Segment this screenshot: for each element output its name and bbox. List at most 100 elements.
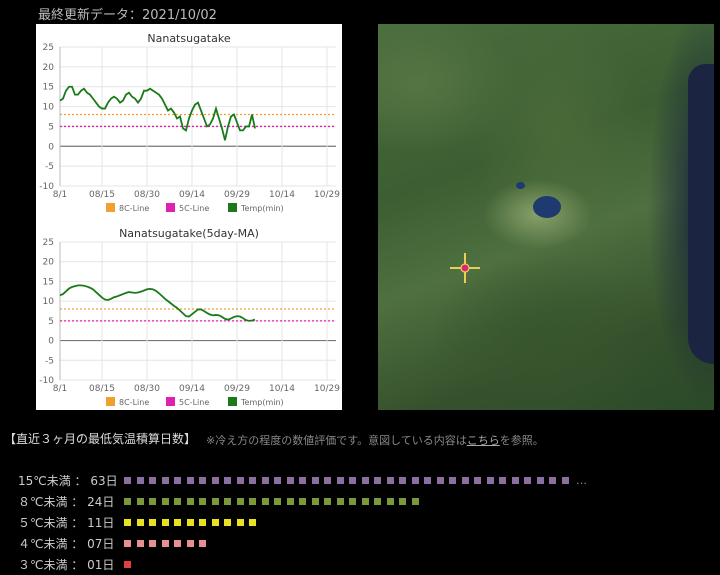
- y-tick-label: 10: [43, 297, 55, 307]
- x-tick-label: 09/29: [224, 384, 250, 394]
- day-square: [236, 477, 244, 484]
- day-square: [549, 477, 556, 484]
- summary-note-prefix: ※冷え方の程度の数値評価です。意図している内容は: [206, 434, 467, 447]
- day-square: [249, 519, 256, 526]
- x-tick-label: 8/1: [53, 384, 67, 394]
- legend-swatch: [166, 397, 175, 406]
- day-square: [336, 498, 344, 505]
- day-square: [224, 519, 231, 526]
- y-tick-label: 0: [48, 142, 54, 152]
- day-square: [224, 477, 231, 484]
- day-square: [174, 477, 181, 484]
- day-square: [511, 477, 519, 484]
- day-square: [261, 477, 269, 484]
- day-square: [399, 477, 406, 484]
- degree-days-bar: [124, 561, 137, 568]
- day-square: [149, 540, 156, 547]
- day-square: [249, 477, 256, 484]
- map-lake: [533, 196, 561, 218]
- chart-temp-5day-ma: Nanatsugatake(5day-MA) -10 -5 0 5 10 15 20 25 8/1…: [36, 218, 342, 410]
- x-tick-label: 10/29: [314, 190, 340, 200]
- day-square: [186, 498, 194, 505]
- x-tick-label: 10/14: [269, 384, 295, 394]
- y-tick-label: 25: [43, 43, 54, 53]
- day-square: [524, 477, 531, 484]
- chart-title: Nanatsugatake(5day-MA): [119, 227, 259, 240]
- x-tick-label: 08/30: [134, 384, 160, 394]
- degree-days-row: ５℃未満 ： 11日: [18, 512, 587, 533]
- legend-label: 5C-Line: [179, 398, 209, 407]
- x-tick-label: 09/29: [224, 190, 250, 200]
- series-line: [59, 85, 256, 141]
- legend-swatch: [166, 203, 175, 212]
- location-marker-icon[interactable]: [450, 253, 480, 283]
- degree-days-label: ５℃未満 ： 11日: [18, 516, 115, 530]
- day-square: [311, 498, 319, 505]
- y-tick-label: 25: [43, 238, 54, 248]
- degree-days-bar: [124, 519, 262, 526]
- map-lake: [516, 182, 525, 189]
- day-square: [536, 477, 544, 484]
- chart-temp-min: Nanatsugatake -10 -5 0 5 10 15 20 25 8/1 08/15 08/3…: [36, 24, 342, 224]
- day-square: [299, 498, 306, 505]
- location-map[interactable]: [378, 24, 714, 410]
- day-square: [186, 477, 194, 484]
- day-square: [324, 498, 331, 505]
- day-square: [361, 477, 369, 484]
- day-square: [124, 477, 131, 484]
- day-square: [199, 540, 206, 547]
- overflow-ellipsis: …: [576, 474, 587, 487]
- day-square: [386, 498, 394, 505]
- day-square: [261, 498, 269, 505]
- day-square: [361, 498, 369, 505]
- day-square: [124, 519, 131, 526]
- day-square: [136, 477, 144, 484]
- day-square: [474, 477, 481, 484]
- day-square: [374, 477, 381, 484]
- legend-swatch: [228, 203, 237, 212]
- legend-label: 5C-Line: [179, 204, 209, 213]
- day-square: [461, 477, 469, 484]
- legend-swatch: [228, 397, 237, 406]
- day-square: [336, 477, 344, 484]
- day-square: [399, 498, 406, 505]
- day-square: [274, 498, 281, 505]
- summary-note-suffix: を参照。: [499, 434, 544, 447]
- day-square: [386, 477, 394, 484]
- degree-days-row: 15℃未満 ： 63日…: [18, 470, 587, 491]
- y-tick-label: 20: [43, 258, 55, 268]
- x-tick-label: 10/29: [314, 384, 340, 394]
- chart-temp-5day-ma-svg: Nanatsugatake(5day-MA)-10-505101520258/1…: [39, 227, 340, 407]
- legend-label: 8C-Line: [119, 398, 149, 407]
- y-tick-label: 0: [48, 337, 54, 347]
- day-square: [199, 498, 206, 505]
- summary-note-link[interactable]: こちら: [467, 434, 500, 447]
- legend-swatch: [106, 203, 115, 212]
- chart-temp-min-svg: Nanatsugatake-10-505101520258/1 08/15 08/3…: [39, 32, 340, 213]
- x-tick-label: 08/15: [89, 384, 115, 394]
- x-tick-label: 08/30: [134, 190, 160, 200]
- day-square: [149, 519, 156, 526]
- legend-swatch: [106, 397, 115, 406]
- day-square: [311, 477, 319, 484]
- y-tick-label: -5: [45, 356, 54, 366]
- day-square: [274, 477, 281, 484]
- map-sea: [688, 64, 714, 364]
- day-square: [174, 498, 181, 505]
- y-tick-label: 5: [48, 317, 54, 327]
- day-square: [161, 498, 169, 505]
- legend-label: Temp(min): [240, 204, 284, 213]
- day-square: [324, 477, 331, 484]
- day-square: [124, 561, 131, 568]
- day-square: [249, 498, 256, 505]
- day-square: [286, 477, 294, 484]
- x-tick-label: 08/15: [89, 190, 115, 200]
- day-square: [236, 498, 244, 505]
- legend-label: Temp(min): [240, 398, 284, 407]
- day-square: [186, 519, 194, 526]
- day-square: [436, 477, 444, 484]
- day-square: [211, 498, 219, 505]
- series-line: [59, 284, 256, 322]
- day-square: [286, 498, 294, 505]
- x-tick-label: 09/14: [179, 384, 205, 394]
